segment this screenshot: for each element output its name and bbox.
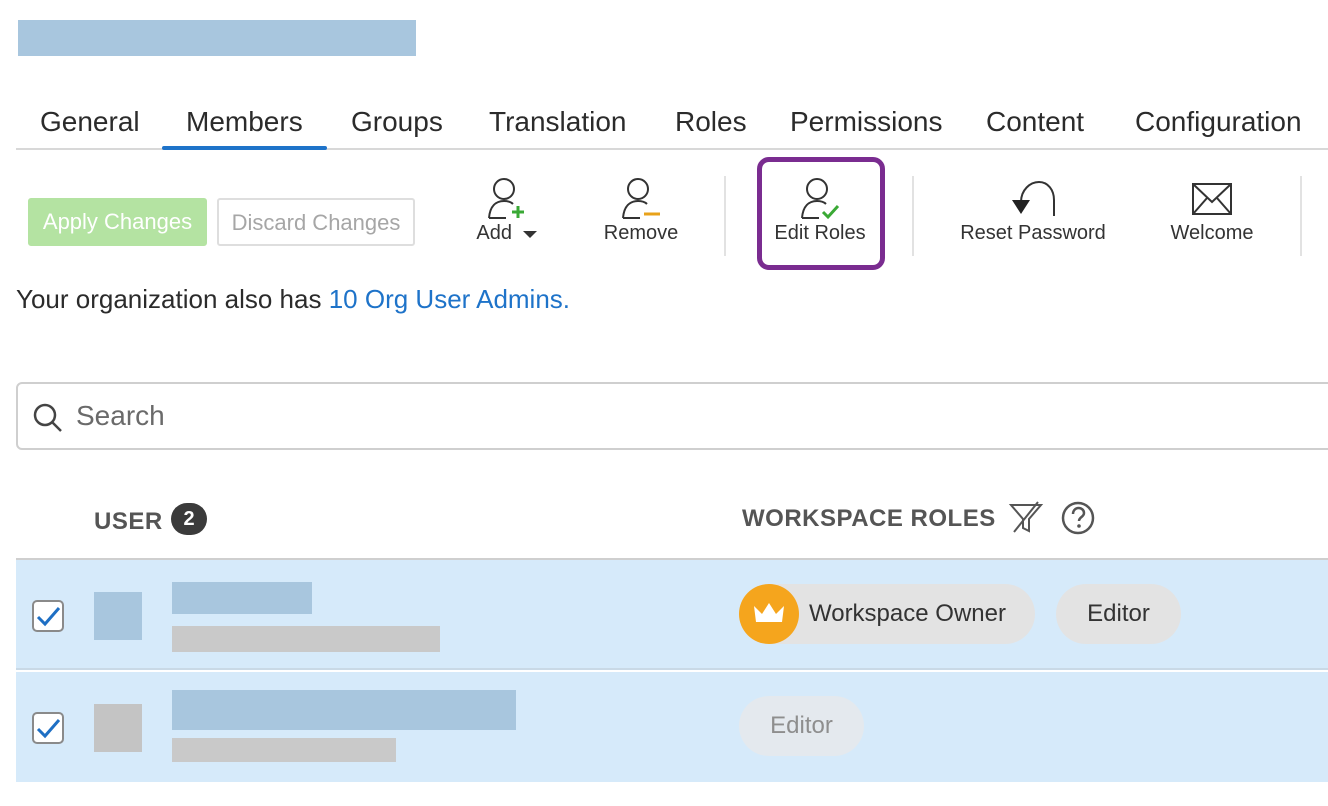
reset-password-button[interactable]: Reset Password xyxy=(956,176,1110,266)
row-checkbox[interactable] xyxy=(32,600,64,632)
tab-configuration[interactable]: Configuration xyxy=(1135,96,1302,148)
edit-roles-label: Edit Roles xyxy=(774,222,866,244)
edit-roles-button[interactable]: Edit Roles xyxy=(770,176,870,266)
search-icon xyxy=(33,403,62,432)
search-input[interactable] xyxy=(74,394,1274,438)
tab-general[interactable]: General xyxy=(40,96,140,148)
apply-changes-button[interactable]: Apply Changes xyxy=(28,198,207,246)
crown-icon xyxy=(739,584,799,644)
tab-translation[interactable]: Translation xyxy=(489,96,626,148)
toolbar-divider xyxy=(724,176,726,256)
caret-down-icon xyxy=(522,230,537,238)
add-label: Add xyxy=(476,222,513,244)
org-admins-notice: Your organization also has 10 Org User A… xyxy=(16,284,570,315)
envelope-icon xyxy=(1192,183,1232,215)
add-member-button[interactable]: Add xyxy=(470,176,544,266)
avatar xyxy=(94,704,142,752)
filter-off-icon[interactable] xyxy=(1008,500,1044,536)
reset-password-label: Reset Password xyxy=(960,222,1106,244)
checkmark-icon xyxy=(36,607,61,627)
user-count-badge: 2 xyxy=(171,503,207,535)
user-email-redacted xyxy=(172,738,396,762)
page-title-redacted xyxy=(18,20,416,56)
user-check-icon xyxy=(801,178,840,220)
tab-members[interactable]: Members xyxy=(162,96,327,150)
table-row[interactable]: Editor xyxy=(16,672,1328,782)
user-name-redacted xyxy=(172,690,516,730)
role-pill-editor[interactable]: Editor xyxy=(1056,584,1181,644)
tab-groups[interactable]: Groups xyxy=(351,96,443,148)
discard-changes-button[interactable]: Discard Changes xyxy=(217,198,415,246)
add-user-icon xyxy=(488,178,524,219)
checkmark-icon xyxy=(36,719,61,739)
user-email-redacted xyxy=(172,626,440,652)
remove-user-icon xyxy=(622,178,660,219)
user-column-header[interactable]: USER xyxy=(94,508,163,536)
role-label: Workspace Owner xyxy=(809,600,1006,627)
role-pill-editor[interactable]: Editor xyxy=(739,696,864,756)
tab-roles[interactable]: Roles xyxy=(675,96,747,148)
avatar xyxy=(94,592,142,640)
table-row[interactable]: Workspace Owner Editor xyxy=(16,560,1328,670)
tab-bar: General Members Groups Translation Roles… xyxy=(16,96,1328,150)
search-box xyxy=(16,382,1328,450)
help-icon[interactable] xyxy=(1060,500,1096,536)
workspace-roles-header[interactable]: WORKSPACE ROLES xyxy=(742,505,996,533)
undo-arrow-icon xyxy=(1012,180,1055,216)
org-notice-text: Your organization also has xyxy=(16,284,329,314)
role-pill-workspace-owner[interactable]: Workspace Owner xyxy=(739,584,1035,644)
remove-label: Remove xyxy=(603,222,679,244)
user-name-redacted xyxy=(172,582,312,614)
members-page: General Members Groups Translation Roles… xyxy=(0,0,1328,806)
tab-permissions[interactable]: Permissions xyxy=(790,96,942,148)
tab-content[interactable]: Content xyxy=(986,96,1084,148)
toolbar-divider xyxy=(912,176,914,256)
row-checkbox[interactable] xyxy=(32,712,64,744)
org-user-admins-link[interactable]: 10 Org User Admins. xyxy=(329,284,570,314)
welcome-button[interactable]: Welcome xyxy=(1164,176,1260,266)
welcome-label: Welcome xyxy=(1170,222,1254,244)
remove-member-button[interactable]: Remove xyxy=(598,176,684,266)
toolbar-divider xyxy=(1300,176,1302,256)
